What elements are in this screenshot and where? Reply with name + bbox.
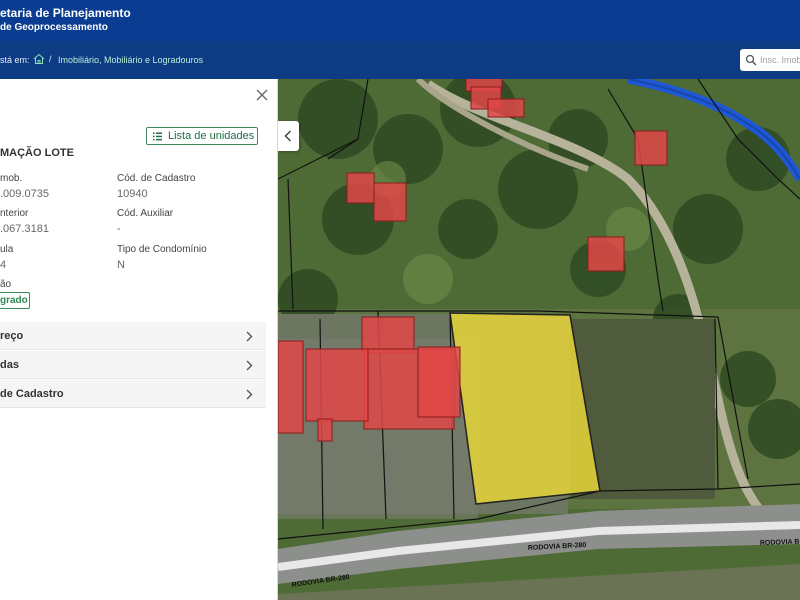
section-label: de Cadastro (0, 388, 64, 400)
units-list-label: Lista de unidades (168, 130, 255, 142)
field-value: .009.0735 (0, 188, 49, 200)
status-badge: grado (0, 292, 30, 309)
field-label: ão (0, 279, 12, 290)
field-value: .067.3181 (0, 223, 49, 235)
search-input[interactable] (760, 52, 800, 68)
field-label: ula (0, 244, 14, 255)
app-title: etaria de Planejamento (0, 6, 131, 20)
field-label: Cód. Auxiliar (117, 208, 174, 219)
chevron-right-icon (246, 389, 253, 400)
breadcrumb-prefix: stá em: (0, 55, 30, 65)
list-icon (153, 132, 162, 141)
section-label: das (0, 359, 19, 371)
chevron-right-icon (246, 360, 253, 371)
breadcrumb: stá em: / Imobiliário, Mobiliário e Logr… (0, 41, 800, 79)
field-label: Tipo de Condomínio (117, 244, 207, 255)
field-value: N (117, 259, 125, 271)
units-list-button[interactable]: Lista de unidades (146, 127, 258, 145)
panel-title: MAÇÃO LOTE (0, 147, 74, 159)
collapse-panel-button[interactable] (278, 121, 299, 151)
section-endereco[interactable]: reço (0, 322, 266, 350)
breadcrumb-separator: / (49, 54, 52, 64)
field-label: nterior (0, 208, 29, 219)
chevron-left-icon (284, 130, 292, 142)
field-value: - (117, 223, 121, 235)
field-value: 4 (0, 259, 7, 271)
app-subtitle: de Geoprocessamento (0, 22, 108, 33)
chevron-right-icon (246, 331, 253, 342)
map-canvas[interactable]: RODOVIA BR-280 RODOVIA B RODOVIA BR-280 (278, 79, 800, 600)
field-value: 10940 (117, 188, 148, 200)
home-icon[interactable] (33, 53, 45, 65)
search-box[interactable] (740, 49, 800, 71)
map-view[interactable]: RODOVIA BR-280 RODOVIA B RODOVIA BR-280 (278, 79, 800, 600)
search-icon (745, 54, 757, 66)
section-unidades[interactable]: das (0, 351, 266, 379)
section-cadastro[interactable]: de Cadastro (0, 380, 266, 408)
close-icon[interactable] (254, 87, 270, 103)
field-label: Cód. de Cadastro (117, 173, 196, 184)
road-label: RODOVIA B (760, 539, 800, 547)
field-label: mob. (0, 173, 23, 184)
app-header: etaria de Planejamento de Geoprocessamen… (0, 0, 800, 41)
breadcrumb-current[interactable]: Imobiliário, Mobiliário e Logradouros (58, 55, 203, 65)
section-label: reço (0, 330, 24, 342)
